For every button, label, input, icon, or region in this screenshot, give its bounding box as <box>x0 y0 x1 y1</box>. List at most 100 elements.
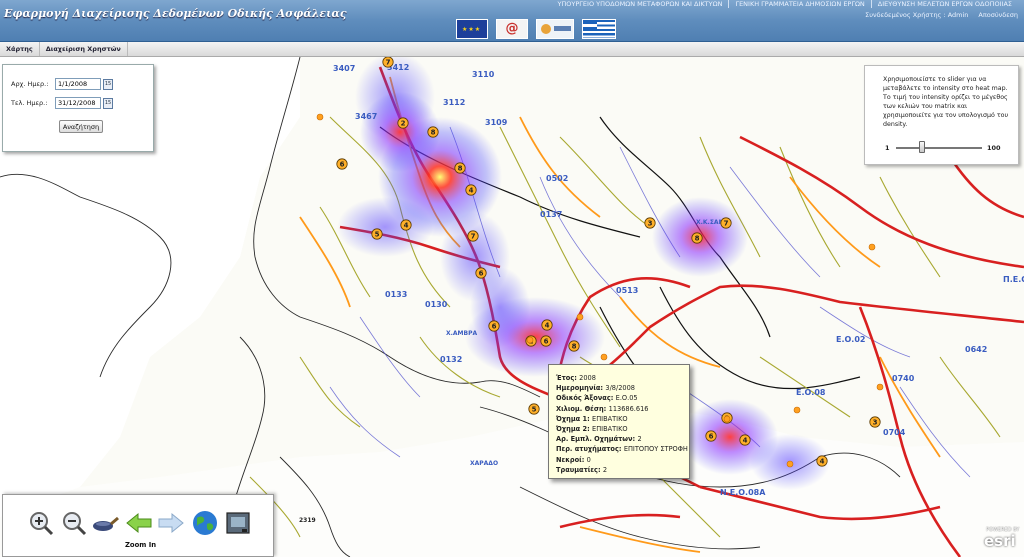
cluster-count: 8 <box>695 235 700 243</box>
user-bar: Συνδεδεμένος Χρήστης : Admin Αποσύνδεση <box>865 11 1018 19</box>
accident-cluster-marker[interactable]: 5 <box>528 403 540 415</box>
heatmap-intensity-panel: Χρησιμοποιείστε το slider για να μεταβάλ… <box>864 65 1019 165</box>
cluster-count: 4 <box>743 437 748 445</box>
popup-row-label: Περ. ατυχήματος: <box>556 445 624 454</box>
road-label: ΧΑΡΑΔΟ <box>470 460 498 467</box>
at-logo-icon: @ <box>496 19 528 39</box>
print-icon[interactable] <box>224 509 252 537</box>
cluster-count: 6 <box>340 161 345 169</box>
road-label: 3467 <box>355 112 377 121</box>
accident-cluster-marker[interactable]: 8 <box>568 340 580 352</box>
ministry-logo-icon <box>536 19 574 39</box>
pan-icon[interactable] <box>91 509 119 537</box>
back-arrow-icon[interactable] <box>125 509 153 537</box>
cluster-count: 3 <box>648 220 653 228</box>
road-label: 2319 <box>299 517 316 524</box>
road-label: 0704 <box>883 428 906 437</box>
start-date-label: Αρχ. Ημερ.: <box>11 80 49 88</box>
cluster-count: 8 <box>458 165 463 173</box>
start-date-input[interactable] <box>55 78 101 90</box>
cluster-count: 5 <box>532 406 537 414</box>
accident-cluster-marker[interactable]: 6 <box>475 267 487 279</box>
accident-cluster-marker[interactable]: 7 <box>720 217 732 229</box>
popup-row-value: ΕΠΙΒΑΤΙΚΟ <box>592 425 628 434</box>
menu-item-user-management[interactable]: Διαχείριση Χρηστών <box>40 42 128 56</box>
popup-row: Έτος: 2008 <box>556 373 689 383</box>
menu-item-map[interactable]: Χάρτης <box>0 42 40 56</box>
accident-cluster-marker[interactable]: 8 <box>691 232 703 244</box>
road-label: 0642 <box>965 345 987 354</box>
cluster-count: 7 <box>724 220 729 228</box>
logged-in-user: Συνδεδεμένος Χρήστης : Admin <box>865 11 969 19</box>
popup-row: Αρ. Εμπλ. Οχημάτων: 2 <box>556 434 689 444</box>
popup-row-value: 2 <box>602 465 608 474</box>
accident-cluster-marker[interactable]: 4 <box>400 219 412 231</box>
cluster-count: 6 <box>492 323 497 331</box>
popup-row: Χιλιομ. Θέση: 113686.616 <box>556 404 689 414</box>
accident-cluster-marker[interactable]: 8 <box>427 126 439 138</box>
accident-cluster-marker[interactable]: 6 <box>336 158 348 170</box>
accident-cluster-marker[interactable]: 4 <box>541 319 553 331</box>
ministry-links: ΥΠΟΥΡΓΕΙΟ ΥΠΟΔΟΜΩΝ ΜΕΤΑΦΟΡΩΝ ΚΑΙ ΔΙΚΤΥΩΝ… <box>551 0 1018 8</box>
accident-cluster-marker[interactable]: 3 <box>644 217 656 229</box>
full-extent-globe-icon[interactable] <box>191 509 219 537</box>
popup-row-value: 2008 <box>579 374 596 382</box>
logout-link[interactable]: Αποσύνδεση <box>978 11 1018 19</box>
road-label: 0740 <box>892 374 915 383</box>
ministry-link-0[interactable]: ΥΠΟΥΡΓΕΙΟ ΥΠΟΔΟΜΩΝ ΜΕΤΑΦΟΡΩΝ ΚΑΙ ΔΙΚΤΥΩΝ <box>551 0 728 8</box>
cluster-count: 7 <box>386 59 391 67</box>
accident-cluster-marker[interactable]: 4 <box>739 434 751 446</box>
road-label: 0132 <box>440 355 462 364</box>
accident-info-popup: Έτος: 2008 Ημερομηνία: 3/8/2008 Οδικός Άξο… <box>548 364 690 479</box>
popup-rows: Έτος: 2008 Ημερομηνία: 3/8/2008 Οδικός Άξο… <box>556 373 689 475</box>
start-date-row: Αρχ. Ημερ.: 15 <box>11 78 113 90</box>
popup-row: Περ. ατυχήματος: ΕΠΙΤΟΠΟΥ ΣΤΡΟΦΗ <box>556 444 689 454</box>
popup-row-value: Ε.Ο.05 <box>615 394 638 403</box>
road-label: 0133 <box>385 290 407 299</box>
popup-row-value: 113686.616 <box>608 404 649 413</box>
cluster-count: 4 <box>545 322 550 330</box>
end-calendar-icon[interactable]: 15 <box>103 97 113 109</box>
road-label: Π.Ε.Ο. <box>1003 275 1024 284</box>
cluster-count: 8 <box>572 343 577 351</box>
accident-cluster-marker[interactable]: 2 <box>397 117 409 129</box>
accident-cluster-marker[interactable]: 4 <box>465 184 477 196</box>
slider-help-text: Χρησιμοποιείστε το slider για να μεταβάλ… <box>883 76 1009 128</box>
intensity-slider-track[interactable] <box>896 147 982 149</box>
esri-logo: esri <box>984 532 1016 550</box>
zoom-out-icon[interactable] <box>60 509 88 537</box>
accident-cluster-marker[interactable]: 8 <box>454 162 466 174</box>
end-date-input[interactable] <box>55 97 101 109</box>
ministry-link-1[interactable]: ΓΕΝΙΚΗ ΓΡΑΜΜΑΤΕΙΑ ΔΗΜΟΣΙΩΝ ΕΡΓΩΝ <box>728 0 870 8</box>
accident-cluster-marker[interactable]: 6 <box>540 335 552 347</box>
partner-logos: @ <box>456 19 616 39</box>
end-date-label: Τελ. Ημερ.: <box>11 99 48 107</box>
zoom-in-icon[interactable] <box>27 509 55 537</box>
popup-row: Τραυματίες: 2 <box>556 465 689 475</box>
road-label: 3110 <box>472 70 495 79</box>
cluster-count: 6 <box>479 270 484 278</box>
search-button[interactable]: Αναζήτηση <box>59 120 103 133</box>
intensity-slider-thumb[interactable] <box>918 141 925 153</box>
accident-cluster-marker[interactable]: 6 <box>488 320 500 332</box>
forward-arrow-icon[interactable] <box>157 509 185 537</box>
road-label: 0130 <box>425 300 448 309</box>
popup-row-value: ΕΠΙΤΟΠΟΥ ΣΤΡΟΦΗ <box>623 445 688 454</box>
popup-row-label: Ημερομηνία: <box>556 384 606 393</box>
start-calendar-icon[interactable]: 15 <box>103 78 113 90</box>
accident-cluster-marker[interactable]: 7 <box>382 57 394 68</box>
accident-cluster-marker[interactable]: 6 <box>705 430 717 442</box>
popup-row-label: Τραυματίες: <box>556 465 603 474</box>
accident-cluster-marker[interactable]: 4 <box>816 455 828 467</box>
ministry-link-2[interactable]: ΔΙΕΥΘΥΝΣΗ ΜΕΛΕΤΩΝ ΕΡΓΩΝ ΟΔΟΠΟΙΙΑΣ <box>870 0 1018 8</box>
accident-cluster-marker[interactable]: 3 <box>869 416 881 428</box>
eu-flag-icon <box>456 19 488 39</box>
road-label: Ε.Ο.08 <box>796 388 826 397</box>
accident-cluster-marker[interactable]: 5 <box>371 228 383 240</box>
map-toolbar: Zoom In <box>2 494 274 557</box>
active-tool-label: Zoom In <box>125 541 157 549</box>
road-label: 3109 <box>485 118 508 127</box>
road-label: 0502 <box>546 174 568 183</box>
road-label: 0513 <box>616 286 638 295</box>
accident-cluster-marker[interactable]: 7 <box>467 230 479 242</box>
